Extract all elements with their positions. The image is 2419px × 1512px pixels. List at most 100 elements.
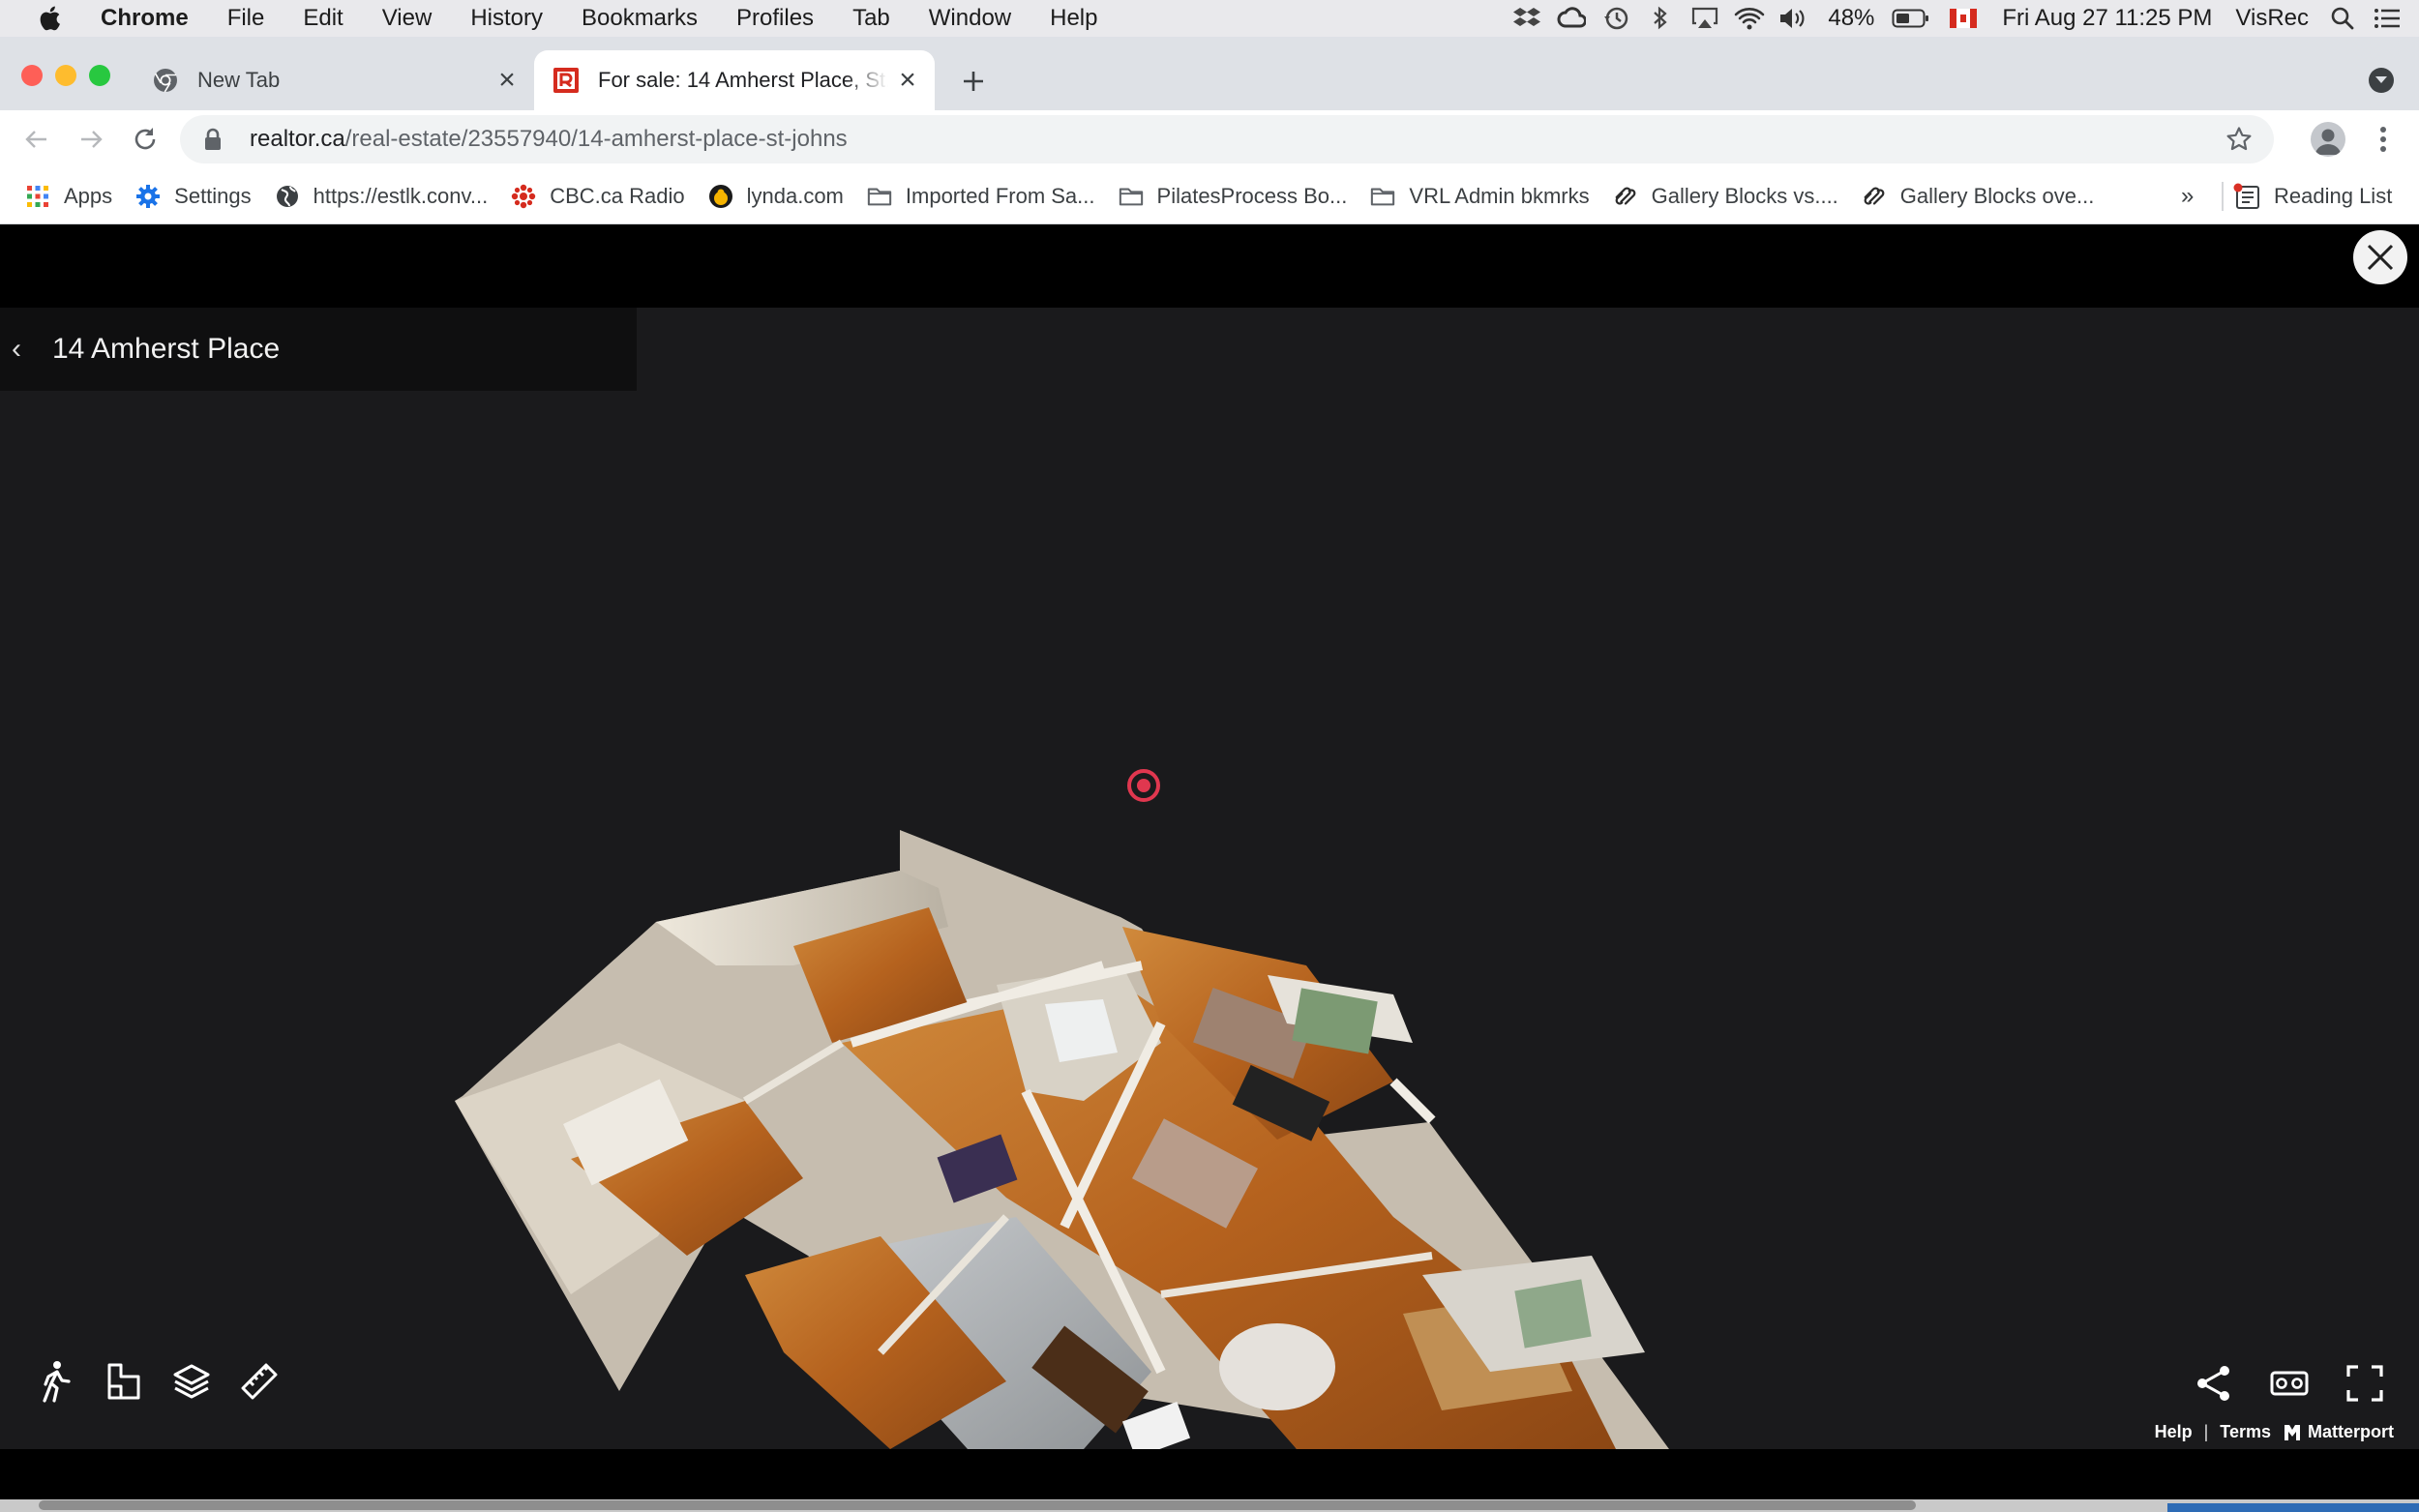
control-center-icon[interactable] bbox=[2371, 0, 2404, 37]
tab-search-chevron-icon[interactable] bbox=[2369, 68, 2394, 93]
bluetooth-icon[interactable] bbox=[1644, 0, 1677, 37]
help-link[interactable]: Help bbox=[2155, 1422, 2193, 1442]
menu-file[interactable]: File bbox=[208, 0, 284, 37]
close-icon bbox=[2367, 244, 2394, 271]
fullscreen-icon[interactable] bbox=[2344, 1362, 2386, 1405]
tab-realtor-listing[interactable]: For sale: 14 Amherst Place, St. John's × bbox=[534, 50, 935, 110]
folder-icon bbox=[1119, 184, 1144, 209]
address-bar[interactable]: realtor.ca/real-estate/23557940/14-amher… bbox=[180, 115, 2274, 163]
bookmark-label: PilatesProcess Bo... bbox=[1156, 183, 1348, 208]
forward-arrow-icon[interactable] bbox=[72, 120, 110, 159]
bookmark-label: Gallery Blocks ove... bbox=[1899, 183, 2095, 208]
spotlight-search-icon[interactable] bbox=[2326, 0, 2359, 37]
tour-mode-controls bbox=[35, 1360, 281, 1403]
window-zoom-button[interactable] bbox=[89, 65, 110, 86]
matterport-label: Matterport bbox=[2308, 1422, 2394, 1441]
tab-title: New Tab bbox=[197, 68, 281, 92]
bookmark-gallery-blocks-vs[interactable]: Gallery Blocks vs.... bbox=[1601, 175, 1850, 218]
profile-avatar-icon[interactable] bbox=[2311, 122, 2345, 157]
lock-icon[interactable] bbox=[203, 128, 234, 151]
bookmark-cbc-radio[interactable]: CBC.ca Radio bbox=[499, 175, 696, 218]
floorplan-mode-icon[interactable] bbox=[103, 1360, 145, 1403]
reading-list-label: Reading List bbox=[2274, 184, 2393, 208]
lynda-icon bbox=[708, 184, 733, 209]
canada-flag-icon[interactable] bbox=[1950, 9, 1978, 28]
globe-icon bbox=[275, 184, 300, 209]
squarespace-icon bbox=[1862, 184, 1887, 209]
menu-bookmarks[interactable]: Bookmarks bbox=[562, 0, 717, 37]
menu-history[interactable]: History bbox=[451, 0, 562, 37]
window-close-button[interactable] bbox=[21, 65, 43, 86]
reading-list-button[interactable]: Reading List bbox=[2233, 175, 2392, 218]
footer-separator: | bbox=[2203, 1422, 2209, 1441]
chrome-favicon-icon bbox=[151, 66, 180, 95]
cbc-icon bbox=[511, 184, 536, 209]
matterport-3d-tour[interactable]: ‹ 14 Amherst Place Help | Terms Matterpo… bbox=[0, 308, 2419, 1449]
airplay-icon[interactable] bbox=[1688, 0, 1721, 37]
bookmark-lynda[interactable]: lynda.com bbox=[697, 175, 855, 218]
horizontal-scrollbar-thumb[interactable] bbox=[39, 1500, 1916, 1510]
close-tour-button[interactable] bbox=[2353, 230, 2407, 284]
menu-help[interactable]: Help bbox=[1030, 0, 1117, 37]
dollhouse-3d-model[interactable] bbox=[426, 424, 1703, 1449]
menu-app-chrome[interactable]: Chrome bbox=[89, 0, 208, 37]
url-host: realtor.ca bbox=[250, 126, 345, 152]
time-machine-icon[interactable] bbox=[1599, 0, 1632, 37]
bookmark-estlk[interactable]: https://estlk.conv... bbox=[263, 175, 500, 218]
walkthrough-mode-icon[interactable] bbox=[35, 1360, 77, 1403]
menu-view[interactable]: View bbox=[363, 0, 452, 37]
menu-profiles[interactable]: Profiles bbox=[717, 0, 833, 37]
apps-grid-icon bbox=[25, 184, 50, 209]
menu-window[interactable]: Window bbox=[910, 0, 1030, 37]
menubar-clock[interactable]: Fri Aug 27 11:25 PM bbox=[1990, 0, 2224, 37]
floors-layers-icon[interactable] bbox=[170, 1360, 213, 1403]
bookmark-folder-pilates[interactable]: PilatesProcess Bo... bbox=[1107, 175, 1359, 218]
macos-menu-bar: Chrome File Edit View History Bookmarks … bbox=[0, 0, 2419, 37]
bookmark-label: Imported From Sa... bbox=[905, 183, 1095, 208]
reading-list-icon bbox=[2233, 183, 2260, 210]
matterport-link[interactable]: Matterport bbox=[2283, 1422, 2394, 1442]
position-target-icon[interactable] bbox=[1124, 766, 1163, 805]
bookmark-gallery-blocks-overview[interactable]: Gallery Blocks ove... bbox=[1850, 175, 2106, 218]
apple-menu-icon[interactable] bbox=[27, 0, 72, 37]
wifi-icon[interactable] bbox=[1733, 0, 1766, 37]
window-minimize-button[interactable] bbox=[55, 65, 76, 86]
tab-close-icon[interactable]: × bbox=[888, 61, 927, 100]
tour-title-panel[interactable]: ‹ 14 Amherst Place bbox=[0, 308, 637, 391]
battery-icon[interactable] bbox=[1892, 0, 1930, 37]
dropbox-icon[interactable] bbox=[1510, 0, 1543, 37]
back-arrow-icon[interactable] bbox=[17, 120, 56, 159]
bookmarks-bar: Apps Settings https://estlk.conv... CBC.… bbox=[0, 168, 2419, 224]
creative-cloud-icon[interactable] bbox=[1555, 0, 1588, 37]
bookmarks-overflow-chevron-icon[interactable]: » bbox=[2181, 176, 2194, 217]
vr-headset-icon[interactable] bbox=[2268, 1362, 2311, 1405]
menubar-user[interactable]: VisRec bbox=[2224, 0, 2320, 37]
bookmark-label: https://estlk.conv... bbox=[313, 183, 489, 208]
bookmark-folder-imported[interactable]: Imported From Sa... bbox=[855, 175, 1107, 218]
battery-percent: 48% bbox=[1828, 5, 1875, 31]
chrome-menu-icon[interactable] bbox=[2369, 120, 2398, 159]
window-edge-strip bbox=[2167, 1503, 2419, 1512]
menu-edit[interactable]: Edit bbox=[284, 0, 362, 37]
terms-link[interactable]: Terms bbox=[2220, 1422, 2271, 1442]
bookmark-star-icon[interactable] bbox=[2224, 124, 2255, 155]
measure-tool-icon[interactable] bbox=[238, 1360, 281, 1403]
share-icon[interactable] bbox=[2193, 1362, 2235, 1405]
tab-title: For sale: 14 Amherst Place, St. John's bbox=[598, 68, 888, 92]
tab-close-icon[interactable]: × bbox=[488, 61, 526, 100]
squarespace-icon bbox=[1613, 184, 1638, 209]
bookmark-label: Gallery Blocks vs.... bbox=[1651, 183, 1838, 208]
bookmark-label: lynda.com bbox=[746, 183, 844, 208]
tour-share-controls bbox=[2193, 1362, 2386, 1405]
volume-icon[interactable] bbox=[1777, 0, 1810, 37]
bookmark-apps[interactable]: Apps bbox=[14, 175, 124, 218]
bookmarks-divider bbox=[2222, 182, 2224, 211]
collapse-chevron-icon[interactable]: ‹ bbox=[0, 308, 33, 391]
browser-toolbar: realtor.ca/real-estate/23557940/14-amher… bbox=[0, 110, 2419, 168]
reload-icon[interactable] bbox=[126, 120, 164, 159]
new-tab-plus-icon[interactable] bbox=[954, 62, 993, 101]
bookmark-folder-vrl-admin[interactable]: VRL Admin bkmrks bbox=[1359, 175, 1600, 218]
tab-new-tab[interactable]: New Tab × bbox=[137, 50, 534, 110]
menu-tab[interactable]: Tab bbox=[833, 0, 910, 37]
bookmark-settings[interactable]: Settings bbox=[124, 175, 263, 218]
